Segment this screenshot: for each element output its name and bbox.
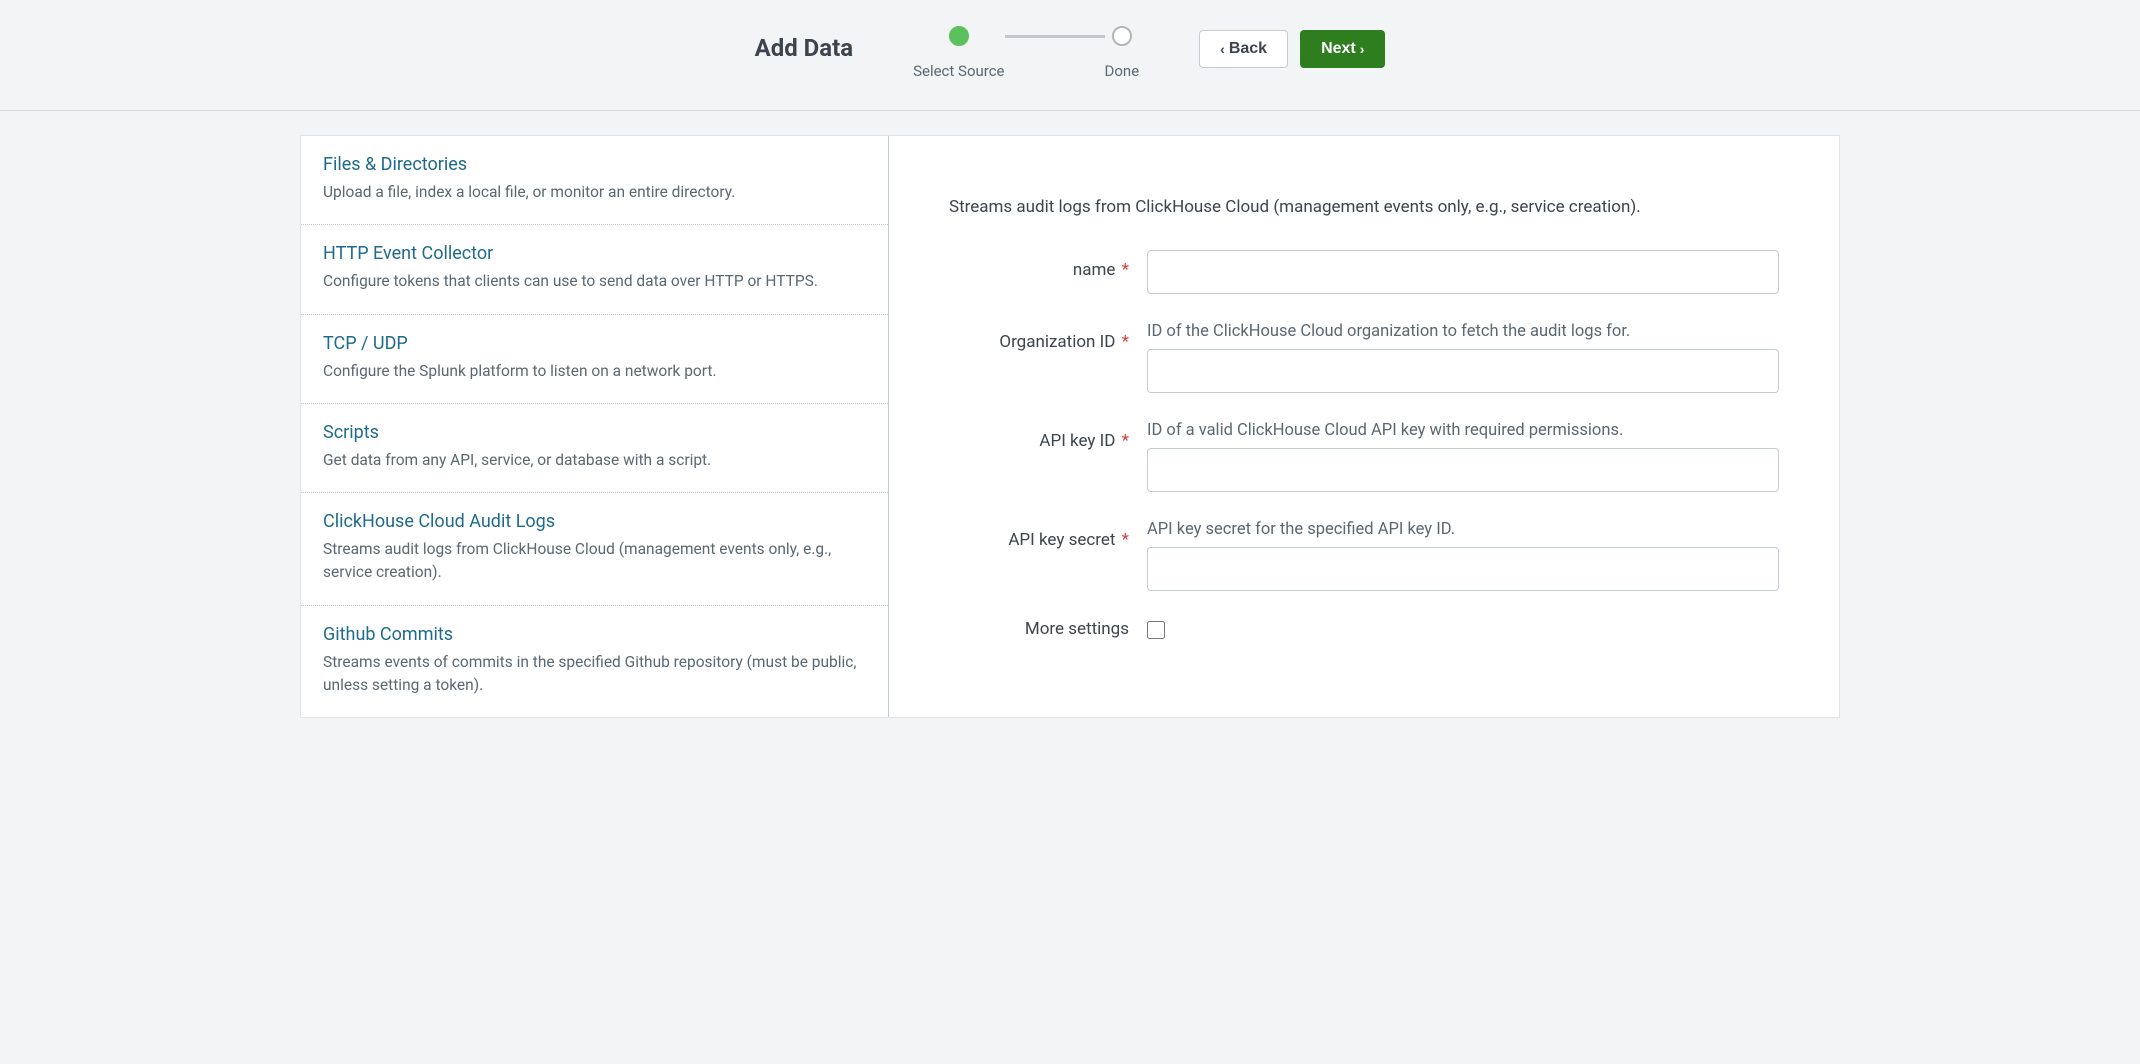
chevron-left-icon: ‹ <box>1220 41 1225 57</box>
source-title: ClickHouse Cloud Audit Logs <box>323 511 866 532</box>
content-wrapper: Files & Directories Upload a file, index… <box>0 111 2140 742</box>
source-title: Github Commits <box>323 624 866 645</box>
source-title: TCP / UDP <box>323 333 866 354</box>
back-button[interactable]: ‹ Back <box>1199 30 1288 68</box>
source-title: Files & Directories <box>323 154 866 175</box>
next-button-label: Next <box>1321 40 1356 58</box>
next-button[interactable]: Next › <box>1300 30 1385 68</box>
form-row-organization-id: Organization ID * ID of the ClickHouse C… <box>949 322 1779 393</box>
sidebar-item-tcp-udp[interactable]: TCP / UDP Configure the Splunk platform … <box>301 315 888 404</box>
form-field: API key secret for the specified API key… <box>1147 520 1779 591</box>
required-asterisk: * <box>1122 431 1129 451</box>
required-asterisk: * <box>1122 260 1129 280</box>
source-list: Files & Directories Upload a file, index… <box>301 136 889 717</box>
label-text: More settings <box>1025 619 1129 639</box>
form-label: name * <box>949 250 1147 280</box>
form-help: ID of the ClickHouse Cloud organization … <box>1147 322 1779 341</box>
source-title: Scripts <box>323 422 866 443</box>
form-row-api-key-secret: API key secret * API key secret for the … <box>949 520 1779 591</box>
required-asterisk: * <box>1122 530 1129 550</box>
sidebar-item-http-event-collector[interactable]: HTTP Event Collector Configure tokens th… <box>301 225 888 314</box>
source-desc: Configure the Splunk platform to listen … <box>323 360 866 383</box>
label-text: API key secret <box>1008 530 1115 550</box>
form-row-api-key-id: API key ID * ID of a valid ClickHouse Cl… <box>949 421 1779 492</box>
step-line <box>1005 35 1105 38</box>
source-desc: Configure tokens that clients can use to… <box>323 270 866 293</box>
label-text: Organization ID <box>999 332 1115 352</box>
form-label: More settings <box>949 619 1147 639</box>
form-help: API key secret for the specified API key… <box>1147 520 1779 539</box>
content: Files & Directories Upload a file, index… <box>300 135 1840 718</box>
step-label: Select Source <box>913 62 1004 80</box>
back-button-label: Back <box>1229 40 1267 58</box>
name-input[interactable] <box>1147 250 1779 294</box>
sidebar-item-files-directories[interactable]: Files & Directories Upload a file, index… <box>301 136 888 225</box>
panel-description: Streams audit logs from ClickHouse Cloud… <box>949 196 1779 220</box>
organization-id-input[interactable] <box>1147 349 1779 393</box>
form-help: ID of a valid ClickHouse Cloud API key w… <box>1147 421 1779 440</box>
step-done: Done <box>1105 26 1140 80</box>
stepper: Select Source Done <box>913 26 1139 80</box>
form-field: ID of the ClickHouse Cloud organization … <box>1147 322 1779 393</box>
source-desc: Get data from any API, service, or datab… <box>323 449 866 472</box>
api-key-secret-input[interactable] <box>1147 547 1779 591</box>
form-field <box>1147 619 1779 643</box>
form-label: Organization ID * <box>949 322 1147 352</box>
source-desc: Upload a file, index a local file, or mo… <box>323 181 866 204</box>
required-asterisk: * <box>1122 332 1129 352</box>
more-settings-checkbox[interactable] <box>1147 621 1165 639</box>
source-desc: Streams events of commits in the specifi… <box>323 651 866 698</box>
label-text: API key ID <box>1039 431 1115 451</box>
header: Add Data Select Source Done ‹ Back Next … <box>0 0 2140 111</box>
chevron-right-icon: › <box>1360 41 1365 57</box>
sidebar-item-clickhouse-audit-logs[interactable]: ClickHouse Cloud Audit Logs Streams audi… <box>301 493 888 606</box>
step-label: Done <box>1105 62 1140 80</box>
label-text: name <box>1073 260 1116 280</box>
sidebar-item-scripts[interactable]: Scripts Get data from any API, service, … <box>301 404 888 493</box>
header-buttons: ‹ Back Next › <box>1199 30 1385 68</box>
source-desc: Streams audit logs from ClickHouse Cloud… <box>323 538 866 585</box>
form-field <box>1147 250 1779 294</box>
page-title: Add Data <box>755 34 854 62</box>
step-circle-active <box>949 26 969 46</box>
form-label: API key ID * <box>949 421 1147 451</box>
main-panel: Streams audit logs from ClickHouse Cloud… <box>889 136 1839 717</box>
api-key-id-input[interactable] <box>1147 448 1779 492</box>
source-title: HTTP Event Collector <box>323 243 866 264</box>
step-select-source: Select Source <box>913 26 1004 80</box>
form-label: API key secret * <box>949 520 1147 550</box>
form-field: ID of a valid ClickHouse Cloud API key w… <box>1147 421 1779 492</box>
step-circle-inactive <box>1112 26 1132 46</box>
sidebar-item-github-commits[interactable]: Github Commits Streams events of commits… <box>301 606 888 718</box>
form-row-name: name * <box>949 250 1779 294</box>
form-row-more-settings: More settings <box>949 619 1779 643</box>
